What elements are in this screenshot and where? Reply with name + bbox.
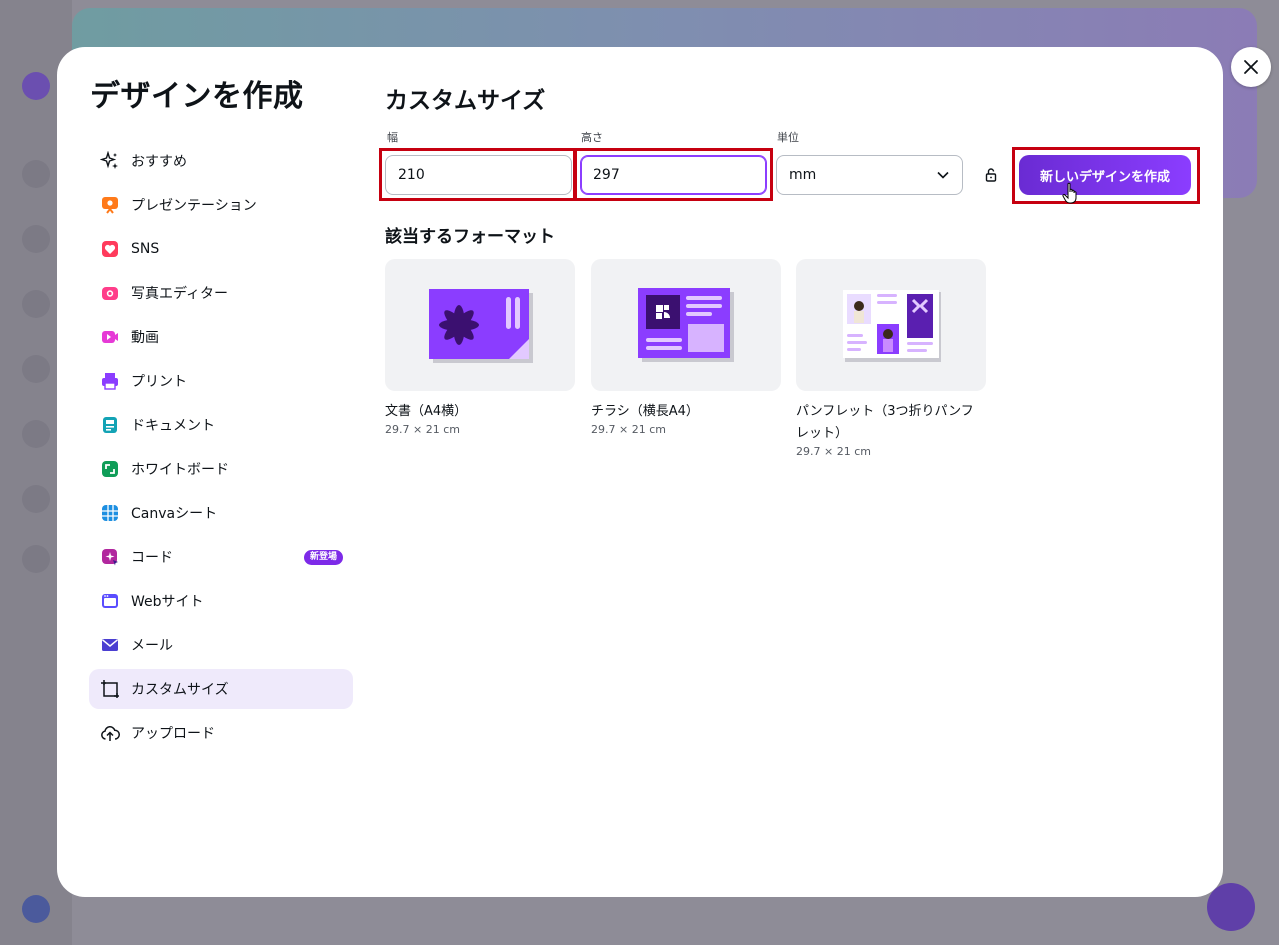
background-user-avatar bbox=[22, 895, 50, 923]
format-thumbnail bbox=[796, 259, 986, 391]
upload-cloud-icon bbox=[100, 723, 120, 743]
nav-label: ドキュメント bbox=[131, 418, 215, 434]
mail-icon bbox=[100, 635, 120, 655]
nav-label: 動画 bbox=[131, 330, 159, 346]
nav-label: メール bbox=[131, 638, 173, 654]
background-rail-icon bbox=[22, 290, 50, 318]
chevron-down-icon bbox=[937, 171, 949, 179]
format-size: 29.7 × 21 cm bbox=[385, 423, 460, 436]
nav-item-video[interactable]: 動画 bbox=[89, 317, 353, 357]
background-avatar bbox=[22, 72, 50, 100]
nav-item-photo-editor[interactable]: 写真エディター bbox=[89, 273, 353, 313]
format-name: 文書（A4横） bbox=[385, 404, 468, 419]
background-rail-icon bbox=[22, 355, 50, 383]
new-badge: 新登場 bbox=[303, 550, 343, 565]
width-label: 幅 bbox=[387, 131, 398, 144]
format-card-flyer[interactable]: チラシ（横長A4） 29.7 × 21 cm bbox=[591, 259, 781, 436]
nav-item-document[interactable]: ドキュメント bbox=[89, 405, 353, 445]
sheet-icon bbox=[100, 503, 120, 523]
background-rail-icon bbox=[22, 545, 50, 573]
height-label: 高さ bbox=[581, 131, 603, 144]
nav-item-print[interactable]: プリント bbox=[89, 361, 353, 401]
unit-label: 単位 bbox=[777, 131, 799, 144]
format-size: 29.7 × 21 cm bbox=[591, 423, 666, 436]
hand-cursor-icon bbox=[1062, 182, 1077, 204]
format-name: パンフレット（3つ折りパンフレット） bbox=[796, 404, 974, 441]
flyer-landscape-thumbnail bbox=[638, 288, 734, 362]
background-fab bbox=[1207, 883, 1255, 931]
nav-label: プリント bbox=[131, 374, 187, 390]
code-icon bbox=[100, 547, 120, 567]
format-card-document[interactable]: 文書（A4横） 29.7 × 21 cm bbox=[385, 259, 575, 436]
unit-value: mm bbox=[789, 167, 817, 183]
nav-label: Webサイト bbox=[131, 594, 204, 610]
document-landscape-thumbnail bbox=[429, 289, 533, 363]
close-button[interactable] bbox=[1231, 47, 1271, 87]
printer-icon bbox=[100, 371, 120, 391]
nav-label: SNS bbox=[131, 241, 160, 257]
nav-label: 写真エディター bbox=[131, 286, 229, 302]
background-rail-icon bbox=[22, 160, 50, 188]
nav-item-sns[interactable]: SNS bbox=[89, 229, 353, 269]
nav-label: プレゼンテーション bbox=[131, 198, 257, 214]
camera-icon bbox=[100, 283, 120, 303]
format-thumbnail bbox=[591, 259, 781, 391]
document-icon bbox=[100, 415, 120, 435]
nav-item-custom-size[interactable]: カスタムサイズ bbox=[89, 669, 353, 709]
whiteboard-icon bbox=[100, 459, 120, 479]
nav-item-upload[interactable]: アップロード bbox=[89, 713, 353, 753]
nav-item-mail[interactable]: メール bbox=[89, 625, 353, 665]
video-icon bbox=[100, 327, 120, 347]
website-icon bbox=[100, 591, 120, 611]
trifold-brochure-thumbnail bbox=[843, 290, 941, 362]
format-name: チラシ（横長A4） bbox=[591, 404, 699, 419]
background-rail-icon bbox=[22, 420, 50, 448]
heart-icon bbox=[100, 239, 120, 259]
formats-title: 該当するフォーマット bbox=[385, 227, 555, 247]
nav-item-recommended[interactable]: おすすめ bbox=[89, 141, 353, 181]
nav-label: カスタムサイズ bbox=[131, 682, 229, 698]
create-new-design-button[interactable]: 新しいデザインを作成 bbox=[1019, 155, 1191, 195]
unit-select[interactable]: mm bbox=[776, 155, 963, 195]
width-input[interactable] bbox=[385, 155, 572, 195]
presentation-icon bbox=[100, 195, 120, 215]
aspect-lock-button[interactable] bbox=[981, 165, 1001, 185]
format-size: 29.7 × 21 cm bbox=[796, 445, 871, 458]
create-design-modal: デザインを作成 おすすめ プレゼンテーション SNS 写真エディター 動画 プリ… bbox=[57, 47, 1223, 897]
background-rail-icon bbox=[22, 225, 50, 253]
section-title: カスタムサイズ bbox=[385, 88, 546, 114]
nav-label: おすすめ bbox=[131, 154, 187, 170]
format-card-brochure[interactable]: パンフレット（3つ折りパンフレット） 29.7 × 21 cm bbox=[796, 259, 986, 458]
close-icon bbox=[1244, 60, 1258, 74]
nav-item-canva-sheet[interactable]: Canvaシート bbox=[89, 493, 353, 533]
nav-item-code[interactable]: コード 新登場 bbox=[89, 537, 353, 577]
nav-label: ホワイトボード bbox=[131, 462, 229, 478]
height-input[interactable] bbox=[580, 155, 767, 195]
unlock-icon bbox=[985, 168, 997, 182]
nav-label: コード bbox=[131, 550, 173, 566]
custom-size-icon bbox=[100, 679, 120, 699]
nav-item-website[interactable]: Webサイト bbox=[89, 581, 353, 621]
nav-label: Canvaシート bbox=[131, 506, 218, 522]
sparkle-icon bbox=[100, 151, 120, 171]
nav-item-presentation[interactable]: プレゼンテーション bbox=[89, 185, 353, 225]
nav-label: アップロード bbox=[131, 726, 215, 742]
background-rail-icon bbox=[22, 485, 50, 513]
category-nav: おすすめ プレゼンテーション SNS 写真エディター 動画 プリント ドキュメン… bbox=[89, 141, 353, 757]
modal-title: デザインを作成 bbox=[90, 79, 304, 114]
format-thumbnail bbox=[385, 259, 575, 391]
nav-item-whiteboard[interactable]: ホワイトボード bbox=[89, 449, 353, 489]
